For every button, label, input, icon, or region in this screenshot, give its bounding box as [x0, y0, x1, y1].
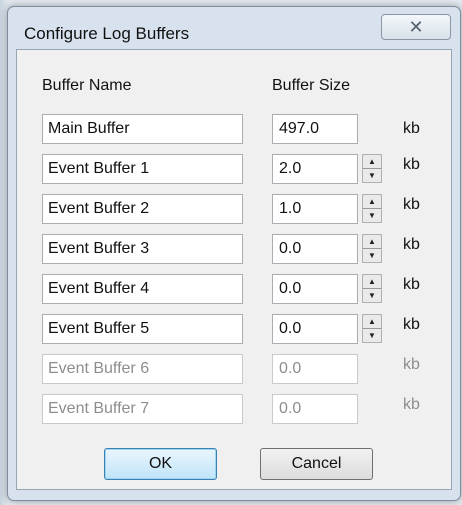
buffer-name-field[interactable]: Event Buffer 4 [42, 274, 243, 304]
arrow-down-icon: ▼ [368, 251, 376, 260]
configure-log-buffers-dialog: Configure Log Buffers ✕ Buffer Name Buff… [7, 6, 461, 501]
unit-label: kb [403, 236, 420, 253]
size-spinner: ▲ ▼ [362, 314, 382, 343]
arrow-down-icon: ▼ [368, 331, 376, 340]
spin-up-button[interactable]: ▲ [363, 315, 381, 329]
unit-label: kb [403, 120, 420, 137]
size-spinner: ▲ ▼ [362, 274, 382, 303]
buffer-name-field[interactable]: Main Buffer [42, 114, 243, 144]
cancel-button[interactable]: Cancel [260, 448, 373, 480]
close-button[interactable]: ✕ [381, 14, 451, 40]
buffer-name-header: Buffer Name [42, 77, 132, 94]
arrow-up-icon: ▲ [368, 317, 376, 326]
arrow-up-icon: ▲ [368, 197, 376, 206]
arrow-up-icon: ▲ [368, 157, 376, 166]
buffer-name-field[interactable]: Event Buffer 1 [42, 154, 243, 184]
spin-up-button[interactable]: ▲ [363, 155, 381, 169]
buffer-size-field: 0.0 [272, 354, 358, 384]
spin-down-button[interactable]: ▼ [363, 249, 381, 262]
size-spinner: ▲ ▼ [362, 194, 382, 223]
size-spinner: ▲ ▼ [362, 154, 382, 183]
spin-up-button[interactable]: ▲ [363, 235, 381, 249]
unit-label: kb [403, 196, 420, 213]
spin-down-button[interactable]: ▼ [363, 289, 381, 302]
buffer-name-field[interactable]: Event Buffer 2 [42, 194, 243, 224]
buffer-size-field[interactable]: 1.0 [272, 194, 358, 224]
unit-label: kb [403, 356, 420, 373]
buffer-name-field[interactable]: Event Buffer 3 [42, 234, 243, 264]
ok-button[interactable]: OK [104, 448, 217, 480]
buffer-size-field[interactable]: 0.0 [272, 314, 358, 344]
unit-label: kb [403, 276, 420, 293]
buffer-size-field[interactable]: 497.0 [272, 114, 358, 144]
buffer-size-field: 0.0 [272, 394, 358, 424]
buffer-size-field[interactable]: 0.0 [272, 274, 358, 304]
unit-label: kb [403, 396, 420, 413]
spin-down-button[interactable]: ▼ [363, 329, 381, 342]
spin-up-button[interactable]: ▲ [363, 275, 381, 289]
arrow-down-icon: ▼ [368, 291, 376, 300]
buffer-name-field: Event Buffer 6 [42, 354, 243, 384]
arrow-down-icon: ▼ [368, 211, 376, 220]
buffer-name-field: Event Buffer 7 [42, 394, 243, 424]
spin-up-button[interactable]: ▲ [363, 195, 381, 209]
dialog-title: Configure Log Buffers [24, 24, 190, 43]
buffer-name-field[interactable]: Event Buffer 5 [42, 314, 243, 344]
arrow-up-icon: ▲ [368, 277, 376, 286]
buffer-size-header: Buffer Size [272, 77, 350, 94]
buffer-size-field[interactable]: 2.0 [272, 154, 358, 184]
spin-down-button[interactable]: ▼ [363, 169, 381, 182]
arrow-up-icon: ▲ [368, 237, 376, 246]
buffer-size-field[interactable]: 0.0 [272, 234, 358, 264]
spin-down-button[interactable]: ▼ [363, 209, 381, 222]
unit-label: kb [403, 316, 420, 333]
size-spinner: ▲ ▼ [362, 234, 382, 263]
dialog-body: Buffer Name Buffer Size Main Buffer 497.… [16, 49, 452, 490]
close-icon: ✕ [408, 16, 424, 37]
title-bar[interactable]: Configure Log Buffers ✕ [8, 7, 460, 55]
arrow-down-icon: ▼ [368, 171, 376, 180]
unit-label: kb [403, 156, 420, 173]
